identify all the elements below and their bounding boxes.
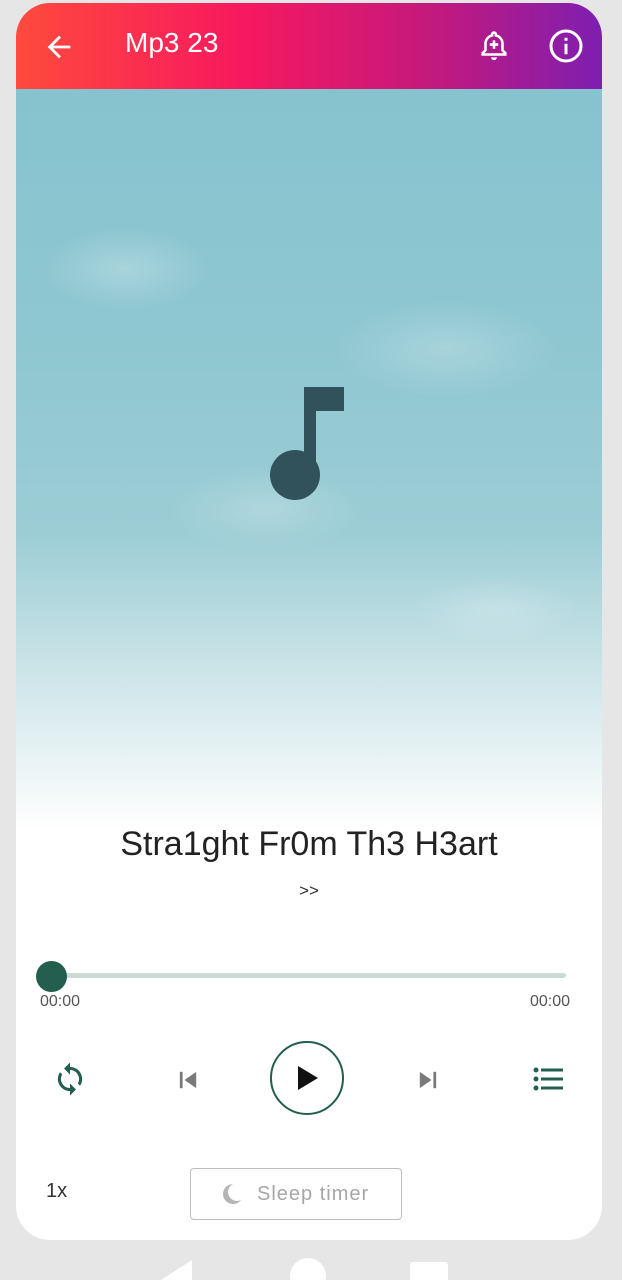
- moon-icon: [223, 1184, 241, 1204]
- bell-plus-icon[interactable]: [477, 28, 511, 64]
- total-time: 00:00: [530, 993, 571, 1010]
- seek-bar[interactable]: [52, 973, 566, 978]
- album-artwork: [16, 89, 602, 829]
- music-note-icon: [270, 387, 344, 500]
- nav-back-icon[interactable]: [158, 1260, 192, 1280]
- play-button[interactable]: [270, 1041, 344, 1115]
- player-screen: Mp3 23 Stra1ght Fr0m Th3 H3art >> 00:00 …: [16, 3, 602, 1240]
- track-subtitle: >>: [299, 881, 319, 900]
- skip-next-icon[interactable]: [414, 1066, 442, 1094]
- sleep-timer-button[interactable]: Sleep timer: [190, 1168, 402, 1220]
- playback-speed-button[interactable]: 1x: [46, 1180, 67, 1203]
- elapsed-time: 00:00: [40, 993, 81, 1010]
- nav-home-icon[interactable]: [290, 1258, 326, 1280]
- skip-previous-icon[interactable]: [174, 1066, 202, 1094]
- app-title: Mp3 23: [125, 27, 219, 58]
- info-icon[interactable]: [548, 28, 584, 64]
- arrow-left-icon[interactable]: [42, 30, 76, 64]
- nav-recents-icon[interactable]: [410, 1262, 448, 1280]
- system-navigation-bar: [158, 1258, 448, 1280]
- seek-thumb[interactable]: [36, 961, 67, 992]
- app-bar: Mp3 23: [16, 3, 602, 89]
- repeat-icon[interactable]: [52, 1061, 88, 1097]
- track-title: Stra1ght Fr0m Th3 H3art: [120, 825, 498, 863]
- sleep-timer-label: Sleep timer: [257, 1183, 370, 1205]
- playlist-icon[interactable]: [533, 1066, 563, 1092]
- play-icon: [298, 1066, 318, 1090]
